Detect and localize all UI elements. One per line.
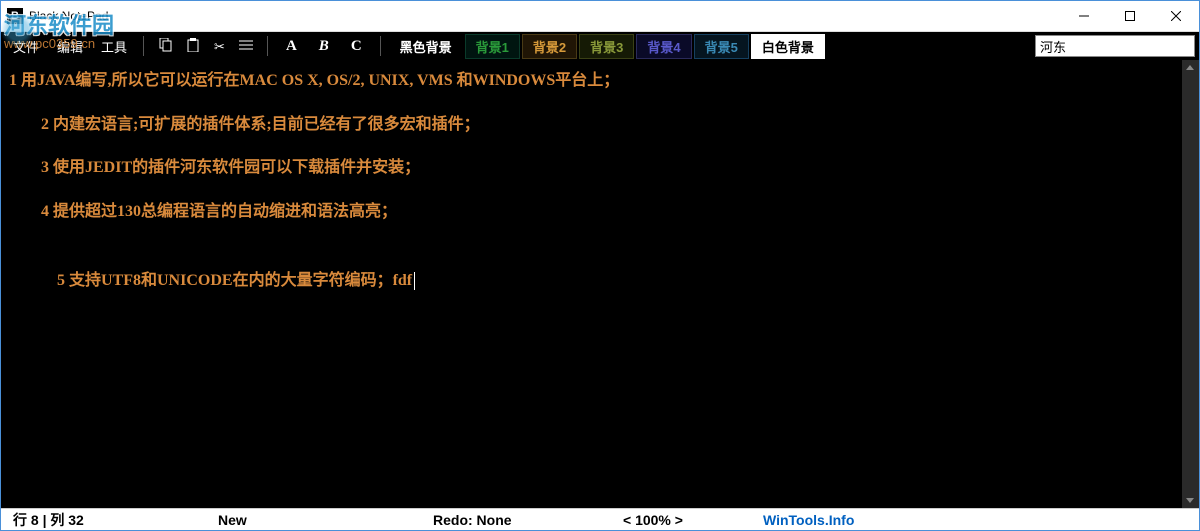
editor-line: 4 提供超过130总编程语言的自动缩进和语法高亮； — [9, 199, 1191, 225]
divider — [380, 36, 381, 56]
divider — [143, 36, 144, 56]
divider — [267, 36, 268, 56]
text-cursor — [414, 272, 415, 290]
status-file-state: New — [214, 512, 429, 528]
maximize-icon — [1125, 11, 1135, 21]
close-button[interactable] — [1153, 1, 1199, 31]
close-icon — [1171, 11, 1181, 21]
menu-tools[interactable]: 工具 — [93, 35, 135, 58]
minimize-button[interactable] — [1061, 1, 1107, 31]
app-icon: B — [7, 8, 23, 24]
editor-text: 5 支持UTF8和UNICODE在内的大量字符编码；fdf — [57, 272, 412, 289]
paste-icon — [186, 38, 200, 52]
statusbar: 行 8 | 列 32 New Redo: None < 100% > WinTo… — [1, 508, 1199, 530]
cut-button[interactable]: ✂ — [208, 36, 231, 57]
font-c-button[interactable]: C — [341, 36, 372, 57]
titlebar: B Black NotePad — [1, 1, 1199, 32]
editor-area[interactable]: 1 用JAVA编写,所以它可以运行在MAC OS X, OS/2, UNIX, … — [1, 60, 1199, 508]
search-input[interactable] — [1035, 35, 1195, 57]
menu-file[interactable]: 文件 — [5, 35, 47, 58]
editor-line: 3 使用JEDIT的插件河东软件园可以下载插件并安装； — [9, 155, 1191, 181]
vertical-scrollbar[interactable] — [1182, 60, 1199, 508]
window-title: Black NotePad — [29, 9, 1061, 23]
bg4-button[interactable]: 背景4 — [636, 34, 691, 59]
cut-icon: ✂ — [214, 39, 225, 54]
bg1-button[interactable]: 背景1 — [465, 34, 520, 59]
bg-black-button[interactable]: 黑色背景 — [389, 34, 463, 59]
status-position: 行 8 | 列 32 — [9, 510, 214, 530]
editor-line: 2 内建宏语言;可扩展的插件体系;目前已经有了很多宏和插件； — [9, 112, 1191, 138]
bg2-button[interactable]: 背景2 — [522, 34, 577, 59]
font-b-button[interactable]: B — [309, 36, 339, 57]
toolbar: 文件 编辑 工具 ✂ A B C 黑色背景 背景1 背景2 背景3 背景4 背景… — [1, 32, 1199, 60]
list-icon — [239, 39, 253, 51]
maximize-button[interactable] — [1107, 1, 1153, 31]
status-zoom[interactable]: < 100% > — [619, 512, 759, 528]
status-link[interactable]: WinTools.Info — [759, 512, 858, 528]
bg-white-button[interactable]: 白色背景 — [751, 34, 825, 59]
copy-icon — [158, 38, 172, 52]
menu-edit[interactable]: 编辑 — [49, 35, 91, 58]
font-a-button[interactable]: A — [276, 36, 307, 57]
paste-button[interactable] — [180, 36, 206, 57]
copy-button[interactable] — [152, 36, 178, 57]
status-redo: Redo: None — [429, 512, 619, 528]
bg3-button[interactable]: 背景3 — [579, 34, 634, 59]
editor-line: 5 支持UTF8和UNICODE在内的大量字符编码；fdf — [9, 242, 1191, 319]
editor-line: 1 用JAVA编写,所以它可以运行在MAC OS X, OS/2, UNIX, … — [9, 68, 1191, 94]
minimize-icon — [1079, 11, 1089, 21]
bg5-button[interactable]: 背景5 — [694, 34, 749, 59]
list-button[interactable] — [233, 36, 259, 56]
